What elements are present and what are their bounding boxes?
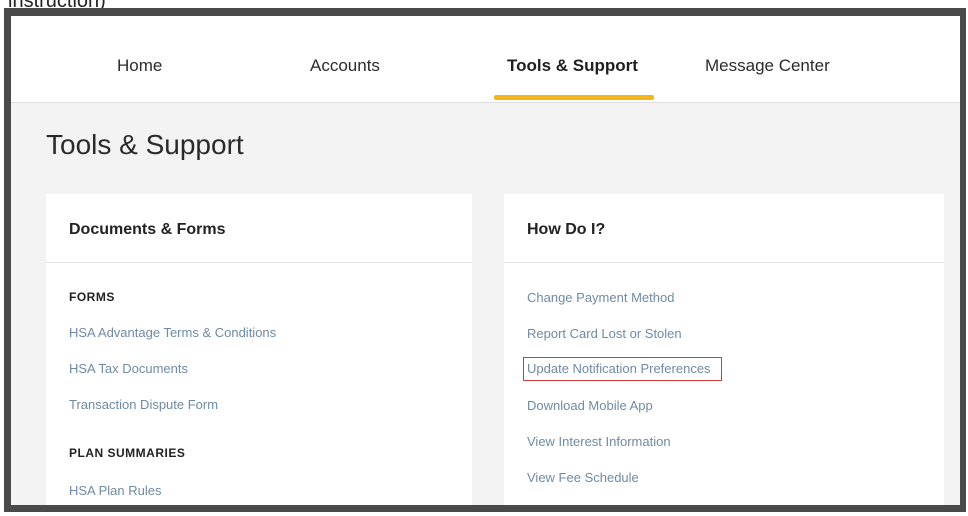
nav-tools-support[interactable]: Tools & Support	[507, 56, 638, 76]
documents-forms-header: Documents & Forms	[46, 194, 472, 263]
link-report-card-lost[interactable]: Report Card Lost or Stolen	[527, 326, 682, 341]
link-hsa-tax-documents[interactable]: HSA Tax Documents	[69, 361, 188, 376]
nav-home[interactable]: Home	[117, 56, 162, 76]
link-update-notification-preferences[interactable]: Update Notification Preferences	[523, 357, 722, 381]
documents-forms-title: Documents & Forms	[69, 221, 226, 238]
link-transaction-dispute-form[interactable]: Transaction Dispute Form	[69, 397, 218, 412]
how-do-i-card: How Do I? Change Payment Method Report C…	[504, 194, 944, 505]
active-tab-indicator	[494, 95, 654, 100]
nav-accounts[interactable]: Accounts	[310, 56, 380, 76]
documents-forms-card: Documents & Forms FORMS HSA Advantage Te…	[46, 194, 472, 505]
app-window: Home Accounts Tools & Support Message Ce…	[4, 8, 966, 512]
plan-summaries-heading: PLAN SUMMARIES	[69, 446, 186, 460]
how-do-i-header: How Do I?	[504, 194, 944, 263]
forms-heading: FORMS	[69, 290, 115, 304]
nav-message-center[interactable]: Message Center	[705, 56, 830, 76]
top-navigation: Home Accounts Tools & Support Message Ce…	[11, 16, 960, 103]
link-download-mobile-app[interactable]: Download Mobile App	[527, 398, 653, 413]
link-view-interest-information[interactable]: View Interest Information	[527, 434, 671, 449]
link-view-fee-schedule[interactable]: View Fee Schedule	[527, 470, 639, 485]
page-title: Tools & Support	[46, 129, 244, 160]
link-change-payment-method[interactable]: Change Payment Method	[527, 290, 674, 305]
link-hsa-plan-rules[interactable]: HSA Plan Rules	[69, 483, 162, 498]
how-do-i-title: How Do I?	[527, 221, 606, 238]
link-hsa-terms[interactable]: HSA Advantage Terms & Conditions	[69, 325, 276, 340]
